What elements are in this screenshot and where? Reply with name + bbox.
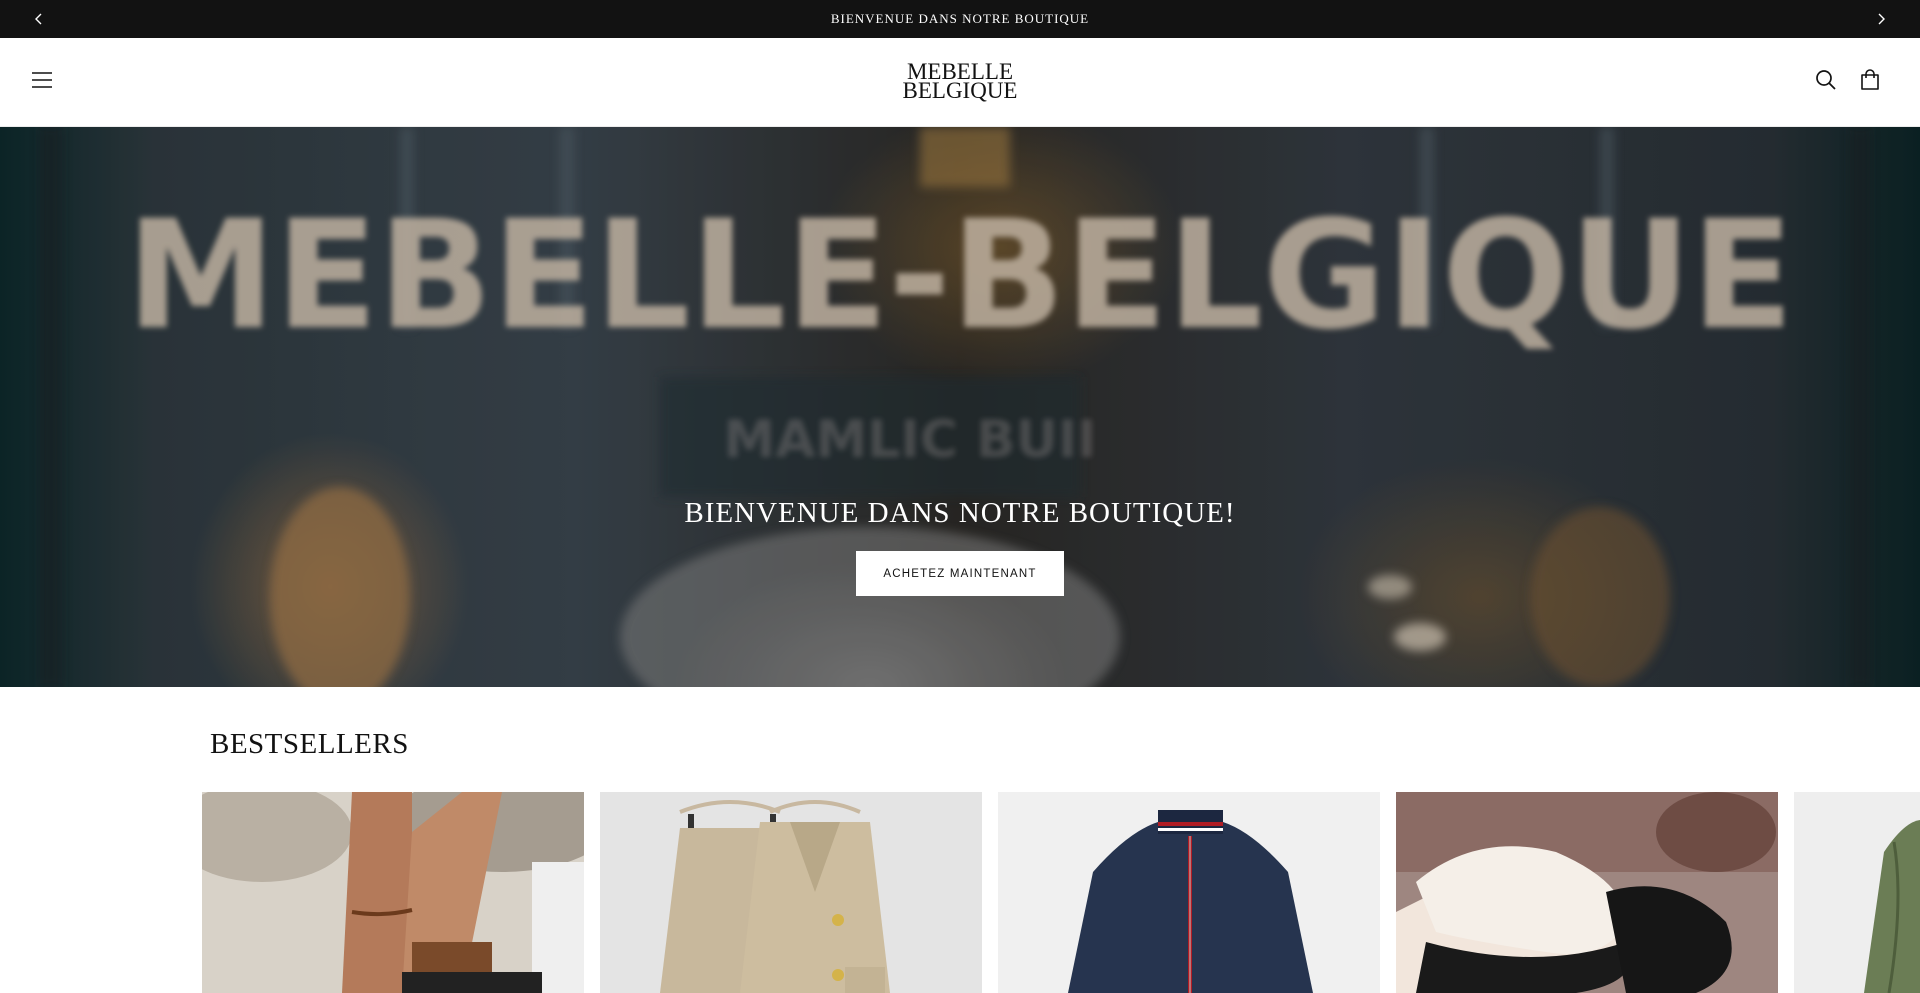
cart-icon: [1861, 69, 1879, 90]
hero-overlay: [0, 127, 1920, 687]
product-card-black-flats[interactable]: [1396, 792, 1778, 993]
cart-button[interactable]: [1854, 64, 1886, 96]
product-card-sandals[interactable]: [202, 792, 584, 993]
cardigan-set-product-image: [600, 792, 982, 993]
navy-jacket-product-image: [998, 792, 1380, 993]
shop-now-button[interactable]: ACHETEZ MAINTENANT: [856, 551, 1064, 596]
site-header: MEBELLE BELGIQUE: [0, 38, 1920, 127]
black-flats-product-image: [1396, 792, 1778, 993]
bestsellers-title: BESTSELLERS: [210, 728, 409, 760]
announcement-next-button[interactable]: [1862, 0, 1900, 38]
menu-button[interactable]: [26, 64, 58, 96]
announcement-prev-button[interactable]: [20, 0, 58, 38]
hero-title: BIENVENUE DANS NOTRE BOUTIQUE!: [684, 497, 1236, 529]
announcement-bar: BIENVENUE DANS NOTRE BOUTIQUE: [0, 0, 1920, 38]
logo-line-2: BELGIQUE: [902, 78, 1018, 103]
hamburger-menu-icon: [32, 72, 52, 88]
hero-banner: MEBELLE-BELGIQUE MAMLIC BUII BIENVENUE D…: [0, 127, 1920, 687]
search-button[interactable]: [1810, 64, 1842, 96]
product-card-navy-jacket[interactable]: [998, 792, 1380, 993]
site-logo[interactable]: MEBELLE BELGIQUE: [860, 56, 1060, 106]
chevron-left-icon: [35, 13, 42, 25]
product-card-green-jacket[interactable]: [1794, 792, 1920, 993]
sandals-product-image: [202, 792, 584, 993]
product-card-cardigan-set[interactable]: [600, 792, 982, 993]
green-jacket-product-image: [1794, 792, 1920, 993]
chevron-right-icon: [1878, 13, 1885, 25]
announcement-text[interactable]: BIENVENUE DANS NOTRE BOUTIQUE: [831, 11, 1089, 27]
search-icon: [1816, 70, 1836, 90]
